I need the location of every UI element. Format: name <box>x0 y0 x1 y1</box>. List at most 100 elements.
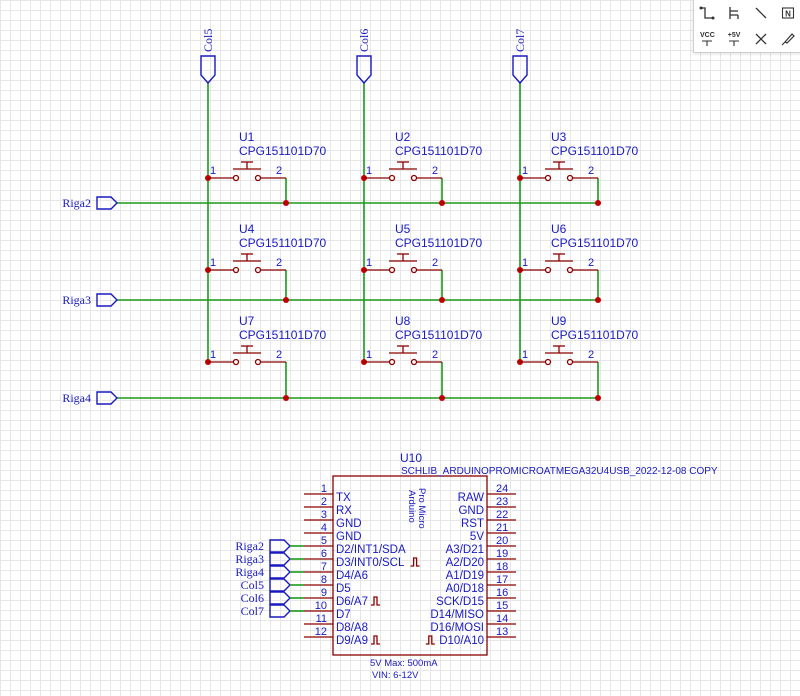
row-junction <box>283 200 289 206</box>
switch-designator: U2 <box>395 130 411 144</box>
mcu-right-pin-name: RAW <box>458 492 485 504</box>
switch-designator: U3 <box>551 130 567 144</box>
mcu-right-pin-number: 15 <box>496 600 508 612</box>
switch-contact <box>388 358 396 366</box>
switch-contact <box>232 266 240 274</box>
switch-pin-2-number: 2 <box>432 165 438 177</box>
mcu-left-pin-number: 12 <box>315 626 327 638</box>
mcu-left-pin-number: 8 <box>321 574 327 586</box>
switch-u8[interactable]: 1 2 U8CPG151101D70 <box>364 314 482 366</box>
arduino-pro-micro-symbol[interactable]: U10SCHLIB_ARDUINOPROMICROATMEGA32U4USB_2… <box>304 451 718 681</box>
row-port-label: Riga3 <box>62 293 91 307</box>
plus-5v-tool-button[interactable]: +5V <box>721 26 748 52</box>
bus-tool-button[interactable] <box>721 0 748 26</box>
mcu-right-pin-name: A0/D18 <box>446 583 484 595</box>
switch-pin-1-number: 1 <box>522 349 528 361</box>
switch-contact <box>254 358 262 366</box>
net-flag-n-icon: N <box>781 7 794 19</box>
mcu-net-port-label: Col6 <box>241 591 264 605</box>
mcu-right-pin-number: 24 <box>496 483 508 495</box>
row-port[interactable]: Riga3 <box>62 293 118 307</box>
mcu-right-pin-name: A2/D20 <box>446 557 484 569</box>
mcu-right-pin-name: A1/D19 <box>446 570 484 582</box>
mcu-net-port[interactable]: Col7 <box>241 604 304 618</box>
wire-tool-button[interactable] <box>694 0 721 26</box>
mcu-net-port[interactable]: Riga3 <box>235 552 304 566</box>
mcu-left-pin-number: 11 <box>316 613 327 625</box>
pwm-marker-icon <box>371 635 380 645</box>
mcu-left-pin-number: 4 <box>321 522 327 534</box>
mcu-net-port[interactable]: Col6 <box>241 591 304 605</box>
mcu-net-port[interactable]: Col5 <box>241 578 304 592</box>
pwm-marker-icon <box>410 557 420 567</box>
parts-layer: 1 2U1CPG151101D701 2U2CPG151101D701 2U3CPG1… <box>208 130 638 366</box>
row-port-label: Riga4 <box>62 391 91 405</box>
mcu-right-pin-number: 18 <box>496 561 508 573</box>
no-connect-tool-button[interactable] <box>748 26 775 52</box>
switch-pin-2-number: 2 <box>276 257 282 269</box>
switch-u5[interactable]: 1 2 U5CPG151101D70 <box>364 222 482 274</box>
switch-u1[interactable]: 1 2 U1CPG151101D70 <box>208 130 326 182</box>
plus-5v-icon: +5V <box>727 32 741 47</box>
switch-contact <box>410 174 418 182</box>
mcu-right-pin-name: SCK/D15 <box>436 596 484 608</box>
mcu-left-pin-number: 3 <box>321 509 327 521</box>
switch-contact <box>254 266 262 274</box>
switch-pin-2-number: 2 <box>432 349 438 361</box>
pwm-marker-icon <box>425 635 435 645</box>
switch-pin-1-number: 1 <box>210 349 216 361</box>
mcu-net-port-label: Riga4 <box>235 565 264 579</box>
mcu-right-pin-name: D16/MOSI <box>430 622 484 634</box>
row-port[interactable]: Riga4 <box>62 391 118 405</box>
row-junction <box>595 200 601 206</box>
column-port[interactable]: Col7 <box>512 29 528 85</box>
switch-u7[interactable]: 1 2 U7CPG151101D70 <box>208 314 326 366</box>
switch-designator: U9 <box>551 314 567 328</box>
row-junction <box>439 200 445 206</box>
vcc-tool-button[interactable]: VCC <box>694 26 721 52</box>
wires-layer <box>117 83 601 401</box>
probe-tool-button[interactable] <box>774 26 800 52</box>
row-port[interactable]: Riga2 <box>62 196 118 210</box>
schematic-canvas[interactable]: 1 2U1CPG151101D701 2U2CPG151101D701 2U3CPG1… <box>0 0 800 696</box>
no-connect-icon <box>755 33 767 45</box>
switch-contact <box>566 174 574 182</box>
switch-value: CPG151101D70 <box>395 236 482 250</box>
mcu-left-pin-number: 6 <box>321 548 327 560</box>
mcu-net-port[interactable]: Riga2 <box>235 539 304 553</box>
mcu-note-line1: 5V Max: 500mA <box>370 658 438 669</box>
vcc-icon: VCC <box>700 32 715 47</box>
row-junction <box>595 395 601 401</box>
switch-u6[interactable]: 1 2 U6CPG151101D70 <box>520 222 638 274</box>
column-port[interactable]: Col6 <box>356 29 372 85</box>
switch-pin-1-number: 1 <box>210 165 216 177</box>
mcu-right-pin-name: A3/D21 <box>446 544 484 556</box>
mcu-right-pin-number: 19 <box>496 548 508 560</box>
column-port[interactable]: Col5 <box>200 29 216 85</box>
row-junction <box>283 297 289 303</box>
mcu-left-pin-name: GND <box>336 531 362 543</box>
wire-icon <box>699 6 715 20</box>
column-port-label: Col6 <box>357 29 371 52</box>
column-port-label: Col5 <box>201 29 215 52</box>
switch-value: CPG151101D70 <box>395 144 482 158</box>
bus-icon <box>729 7 739 19</box>
switch-u2[interactable]: 1 2 U2CPG151101D70 <box>364 130 482 182</box>
svg-text:N: N <box>785 10 791 19</box>
row-junction <box>439 297 445 303</box>
switch-pin-2-number: 2 <box>276 349 282 361</box>
line-tool-button[interactable] <box>748 0 775 26</box>
switch-u4[interactable]: 1 2 U4CPG151101D70 <box>208 222 326 274</box>
mcu-left-pin-name: D7 <box>336 609 351 621</box>
net-flag-tool-button[interactable]: N <box>774 0 800 26</box>
mcu-right-pin-number: 14 <box>496 613 508 625</box>
mcu-designator: U10 <box>400 451 422 465</box>
mcu-left-pin-name: D5 <box>336 583 351 595</box>
mcu-right-pin-name: D14/MISO <box>430 609 484 621</box>
mcu-net-port[interactable]: Riga4 <box>235 565 304 579</box>
switch-u9[interactable]: 1 2 U9CPG151101D70 <box>520 314 638 366</box>
switch-contact <box>544 266 552 274</box>
switch-u3[interactable]: 1 2 U3CPG151101D70 <box>520 130 638 182</box>
mcu-left-pin-name: GND <box>336 518 362 530</box>
line-icon <box>755 7 767 19</box>
